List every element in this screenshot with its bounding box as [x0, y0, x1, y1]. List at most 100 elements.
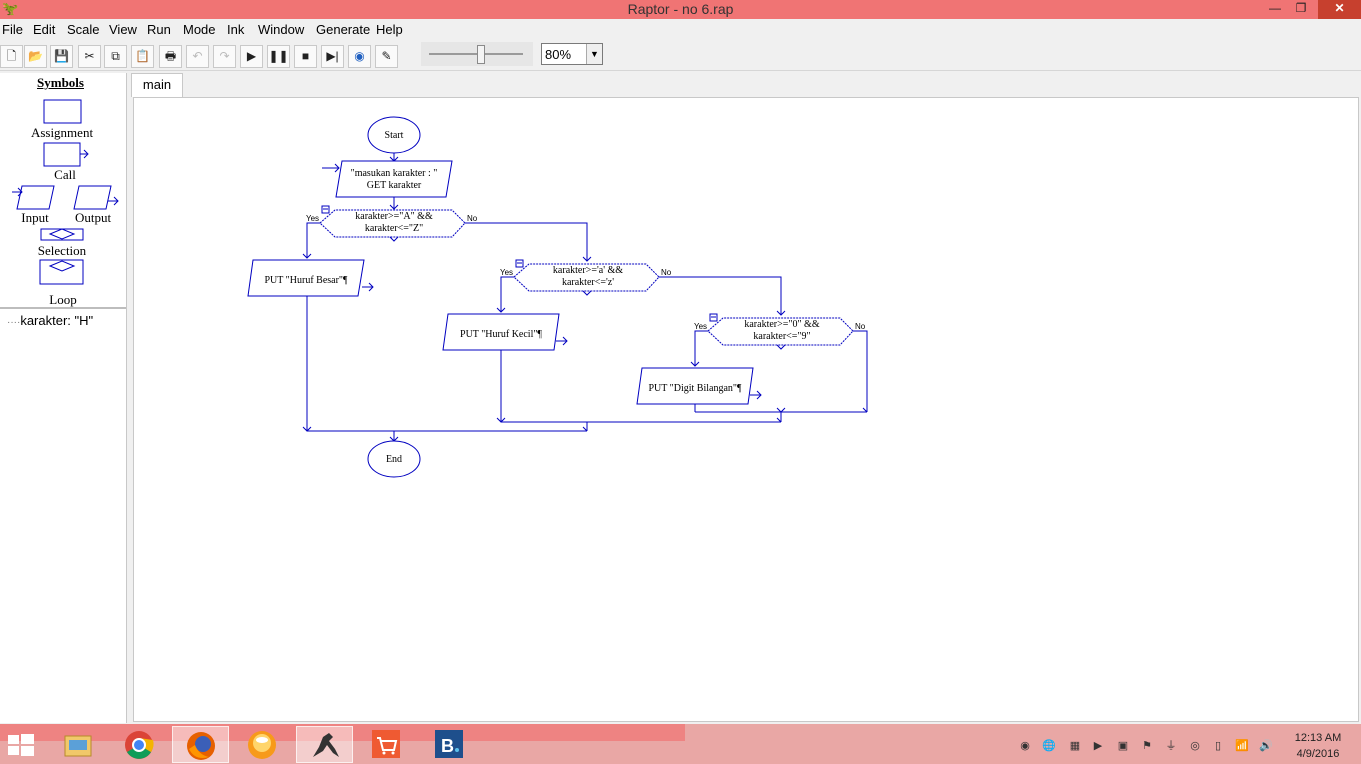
- raptor-icon[interactable]: [296, 726, 353, 763]
- start-label: Start: [384, 130, 404, 141]
- tree-connector: ····: [7, 317, 21, 328]
- messenger-icon[interactable]: [233, 726, 290, 763]
- minimize-button[interactable]: —: [1262, 0, 1288, 19]
- menu-view[interactable]: View: [109, 22, 137, 37]
- variable-text: karakter: "H": [20, 313, 94, 328]
- clock-date: 4/9/2016: [1296, 748, 1340, 760]
- pause-icon[interactable]: ❚❚: [267, 45, 290, 68]
- output-1-text: PUT "Huruf Besar"¶: [264, 275, 348, 286]
- input-box[interactable]: [335, 160, 453, 198]
- selection-3-line1: karakter>="0" &&: [744, 319, 820, 330]
- panel-divider[interactable]: [0, 307, 126, 309]
- copy-icon[interactable]: ⧉: [104, 45, 127, 68]
- paste-icon[interactable]: 📋: [131, 45, 154, 68]
- menu-scale[interactable]: Scale: [67, 22, 100, 37]
- input-prompt-text: "masukan karakter : ": [350, 168, 438, 179]
- menu-help[interactable]: Help: [376, 22, 403, 37]
- loop-label: Loop: [49, 292, 77, 307]
- svg-text:B: B: [441, 736, 454, 756]
- zoom-select[interactable]: 80% ▼: [541, 43, 603, 65]
- flowchart-lines: [247, 116, 868, 478]
- stop-icon[interactable]: ■: [294, 45, 317, 68]
- output-symbol-icon[interactable]: [73, 185, 119, 210]
- store-icon[interactable]: [357, 726, 414, 763]
- selection-1-line1: karakter>="A" &&: [355, 211, 433, 222]
- menu-ink[interactable]: Ink: [227, 22, 244, 37]
- input-get-text: GET karakter: [366, 180, 422, 191]
- battery-icon[interactable]: ▯: [1211, 739, 1225, 753]
- usb-icon[interactable]: ⏚: [1164, 739, 1178, 753]
- security-icon[interactable]: ◎: [1188, 739, 1202, 753]
- window-title: Raptor - no 6.rap: [627, 1, 734, 17]
- menu-run[interactable]: Run: [147, 22, 171, 37]
- monitor-icon[interactable]: ▣: [1116, 739, 1130, 753]
- test-server-icon[interactable]: ◉: [348, 45, 371, 68]
- clock-time: 12:13 AM: [1294, 732, 1342, 744]
- call-symbol-icon[interactable]: [43, 142, 89, 167]
- selection-1-no: No: [467, 214, 478, 223]
- input-label: Input: [21, 210, 49, 225]
- globe-icon[interactable]: 🌐: [1042, 739, 1056, 753]
- selection-3-line2: karakter<="9": [753, 331, 811, 342]
- chevron-down-icon[interactable]: ▼: [586, 44, 602, 64]
- symbol-shapes: [12, 99, 119, 285]
- open-icon[interactable]: 📂: [24, 45, 47, 68]
- toolbar: 🗋 📂 💾 ✂ ⧉ 📋 🖶 ↶ ↷ ▶ ❚❚ ■ ▶| ◉ ✎: [0, 41, 1361, 71]
- selection-2-line2: karakter<='z': [561, 277, 615, 288]
- grid-icon[interactable]: ▦: [1068, 739, 1082, 753]
- volume-icon[interactable]: 🔊: [1259, 739, 1273, 753]
- file-explorer-icon[interactable]: [48, 726, 105, 763]
- flowchart-canvas[interactable]: Start "masukan karakter : " GET karakter…: [133, 97, 1359, 722]
- windows-start-icon[interactable]: [8, 734, 34, 756]
- menu-window[interactable]: Window: [258, 22, 304, 37]
- taskbar-clock[interactable]: 12:13 AM 4/9/2016: [1283, 730, 1353, 762]
- signal-icon[interactable]: 📶: [1235, 739, 1249, 753]
- menu-bar: File Edit Scale View Run Mode Ink Window…: [0, 19, 1361, 41]
- selection-symbol-icon[interactable]: [40, 228, 84, 241]
- menu-file[interactable]: File: [2, 22, 23, 37]
- tab-bar: main: [131, 73, 1361, 97]
- b-app-icon[interactable]: B: [420, 726, 477, 763]
- menu-generate[interactable]: Generate: [316, 22, 370, 37]
- output-3-text: PUT "Digit Bilangan"¶: [648, 383, 742, 394]
- selection-3-no: No: [855, 322, 866, 331]
- app-tray-icon[interactable]: ◉: [1018, 739, 1032, 753]
- variable-item[interactable]: ····karakter: "H": [7, 313, 93, 328]
- zoom-value: 80%: [545, 47, 572, 62]
- undo-icon[interactable]: ↶: [186, 45, 209, 68]
- selection-3-yes: Yes: [694, 322, 708, 331]
- close-button[interactable]: ✕: [1318, 0, 1361, 19]
- print-icon[interactable]: 🖶: [159, 45, 182, 68]
- redo-icon[interactable]: ↷: [213, 45, 236, 68]
- selection-2-no: No: [661, 268, 672, 277]
- selection-label: Selection: [37, 243, 87, 258]
- taskbar: B ◉ 🌐 ▦ ▶ ▣ ⚑ ⏚ ◎ ▯ 📶 🔊 12:13 AM 4/9/201…: [0, 724, 1361, 764]
- loop-symbol-icon[interactable]: [39, 259, 84, 285]
- assignment-label: Assignment: [30, 125, 94, 140]
- chrome-icon[interactable]: [110, 726, 167, 763]
- media-icon[interactable]: ▶: [1091, 739, 1105, 753]
- save-icon[interactable]: 💾: [50, 45, 73, 68]
- new-icon[interactable]: 🗋: [0, 45, 23, 68]
- play-icon[interactable]: ▶: [240, 45, 263, 68]
- maximize-button[interactable]: ❐: [1288, 0, 1314, 19]
- assignment-symbol-icon[interactable]: [43, 99, 82, 124]
- firefox-icon[interactable]: [172, 726, 229, 763]
- output-label: Output: [74, 210, 112, 225]
- selection-1-line2: karakter<="Z": [364, 223, 424, 234]
- pen-icon[interactable]: ✎: [375, 45, 398, 68]
- selection-2-line1: karakter>='a' &&: [552, 265, 624, 276]
- selection-1-yes: Yes: [306, 214, 320, 223]
- output-2-text: PUT "Huruf Kecil"¶: [460, 329, 542, 340]
- input-symbol-icon[interactable]: [12, 185, 55, 210]
- tab-main[interactable]: main: [131, 73, 183, 97]
- selection-2-yes: Yes: [500, 268, 514, 277]
- symbols-panel: Symbols Assignment Call Input Output Sel…: [0, 73, 127, 723]
- speed-slider[interactable]: [421, 42, 533, 66]
- step-icon[interactable]: ▶|: [321, 45, 344, 68]
- speed-slider-thumb[interactable]: [476, 45, 485, 64]
- menu-mode[interactable]: Mode: [183, 22, 216, 37]
- flag-icon[interactable]: ⚑: [1140, 739, 1154, 753]
- cut-icon[interactable]: ✂: [78, 45, 101, 68]
- menu-edit[interactable]: Edit: [33, 22, 55, 37]
